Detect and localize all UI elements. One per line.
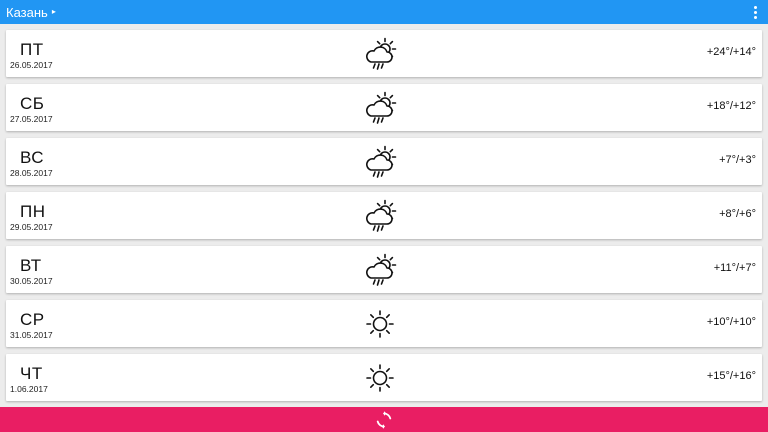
temperature: +18°/+12° xyxy=(706,100,756,112)
date-label: 28.05.2017 xyxy=(10,168,53,178)
date-label: 27.05.2017 xyxy=(10,114,53,124)
top-app-bar: Казань ▸ xyxy=(0,0,768,24)
forecast-row[interactable]: ВТ 30.05.2017 +11°/+7° xyxy=(6,246,762,293)
date-label: 1.06.2017 xyxy=(10,384,48,394)
date-label: 30.05.2017 xyxy=(10,276,53,286)
forecast-row[interactable]: СБ 27.05.2017 +18°/+12° xyxy=(6,84,762,131)
city-selector[interactable]: Казань ▸ xyxy=(6,5,56,20)
day-name: ПН xyxy=(20,202,46,221)
forecast-row[interactable]: СР 31.05.2017 +10°/+10° xyxy=(6,300,762,347)
temperature: +8°/+6° xyxy=(719,208,756,220)
date-label: 29.05.2017 xyxy=(10,222,53,232)
partly-cloudy-rain-icon xyxy=(366,145,397,178)
day-name: ПТ xyxy=(20,40,44,59)
temperature: +11°/+7° xyxy=(713,262,756,274)
forecast-row[interactable]: ПТ 26.05.2017 +24°/+14° xyxy=(6,30,762,77)
refresh-icon[interactable] xyxy=(374,410,394,430)
temperature: +10°/+10° xyxy=(706,316,756,328)
forecast-list: ПТ 26.05.2017 +24°/+14° СБ 27.05.2017 +1… xyxy=(0,24,768,407)
caret-right-icon: ▸ xyxy=(51,7,56,16)
partly-cloudy-rain-icon xyxy=(366,253,397,286)
date-label: 31.05.2017 xyxy=(10,330,53,340)
refresh-bar xyxy=(0,407,768,432)
city-name: Казань xyxy=(6,4,48,20)
sun-icon xyxy=(366,310,394,338)
day-name: СБ xyxy=(20,94,45,113)
sun-icon xyxy=(366,364,394,392)
partly-cloudy-rain-icon xyxy=(366,199,397,232)
day-name: ВС xyxy=(20,148,45,167)
forecast-row[interactable]: ПН 29.05.2017 +8°/+6° xyxy=(6,192,762,239)
forecast-row[interactable]: ВС 28.05.2017 +7°/+3° xyxy=(6,138,762,185)
forecast-row[interactable]: ЧТ 1.06.2017 +15°/+16° xyxy=(6,354,762,401)
day-name: ВТ xyxy=(20,256,42,275)
day-name: ЧТ xyxy=(20,364,43,383)
day-name: СР xyxy=(20,310,45,329)
temperature: +24°/+14° xyxy=(706,46,756,58)
partly-cloudy-rain-icon xyxy=(366,37,397,70)
temperature: +7°/+3° xyxy=(719,154,756,166)
more-vert-icon[interactable] xyxy=(752,4,758,20)
date-label: 26.05.2017 xyxy=(10,60,53,70)
temperature: +15°/+16° xyxy=(706,370,756,382)
partly-cloudy-rain-icon xyxy=(366,91,397,124)
